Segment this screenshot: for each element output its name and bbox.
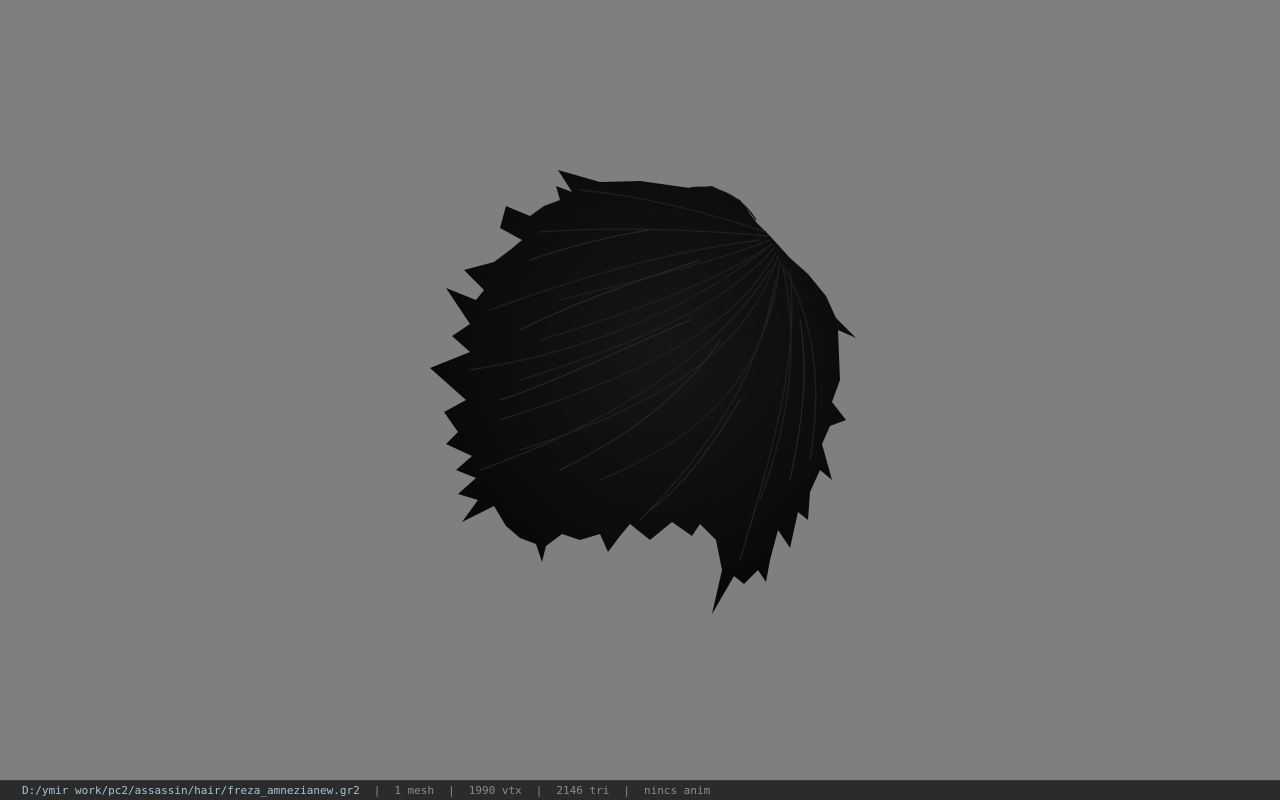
status-separator: | (535, 783, 543, 797)
status-separator: | (448, 783, 455, 797)
hair-model-render[interactable] (0, 0, 1280, 780)
model-viewer-window: D:/ymir work/pc2/assassin/hair/freza_amn… (0, 0, 1280, 800)
mesh-count-label: 1 mesh (394, 783, 435, 797)
3d-viewport[interactable] (0, 0, 1280, 780)
animation-status-label: nincs anim (643, 783, 711, 797)
status-separator: | (623, 783, 630, 797)
status-bar: D:/ymir work/pc2/assassin/hair/freza_amn… (0, 780, 1280, 800)
vertex-count-label: 1990 vtx (468, 783, 522, 797)
file-path-label: D:/ymir work/pc2/assassin/hair/freza_amn… (22, 783, 360, 797)
triangle-count-label: 2146 tri (556, 783, 610, 797)
status-separator: | (373, 783, 381, 797)
